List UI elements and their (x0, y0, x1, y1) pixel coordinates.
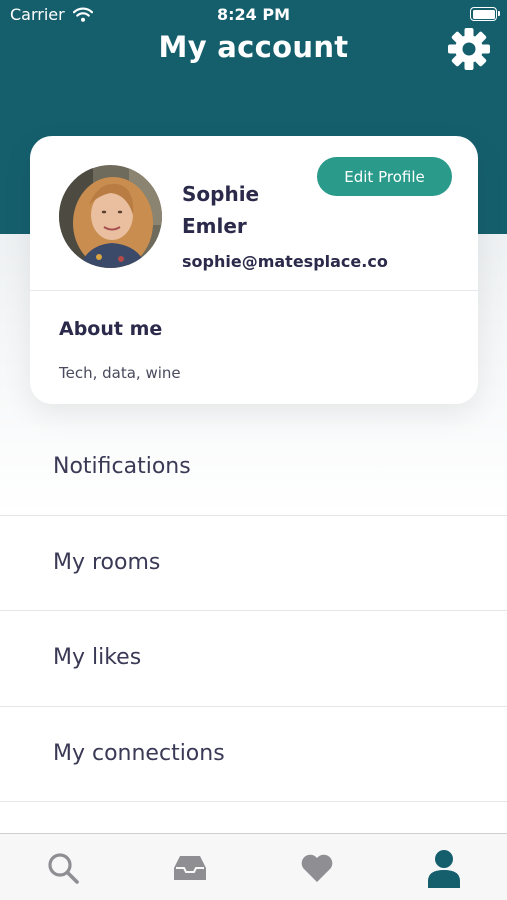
heart-icon (301, 854, 333, 882)
about-me-heading: About me (59, 318, 163, 340)
last-name: Emler (182, 214, 247, 238)
menu-item-my-connections[interactable]: My connections (0, 707, 507, 802)
inbox-icon (174, 855, 207, 880)
first-name: Sophie (182, 182, 260, 206)
profile-email: sophie@matesplace.co (182, 252, 388, 271)
menu-item-my-likes[interactable]: My likes (0, 611, 507, 707)
status-bar: Carrier 8:24 PM (0, 0, 507, 30)
settings-button[interactable] (446, 26, 492, 72)
menu-item-my-rooms[interactable]: My rooms (0, 516, 507, 611)
tab-likes[interactable] (254, 834, 381, 900)
edit-profile-button[interactable]: Edit Profile (317, 157, 452, 196)
avatar[interactable] (59, 165, 162, 268)
tab-account[interactable] (380, 834, 507, 900)
battery-icon (470, 7, 500, 21)
tab-inbox[interactable] (127, 834, 254, 900)
account-menu: Notifications My rooms My likes My conne… (0, 420, 507, 802)
card-divider (30, 290, 478, 291)
status-time: 8:24 PM (216, 5, 290, 24)
about-me-text: Tech, data, wine (59, 364, 181, 382)
tab-bar (0, 833, 507, 900)
profile-card: Sophie Emler sophie@matesplace.co Edit P… (30, 136, 478, 404)
page-title: My account (158, 30, 349, 64)
gear-icon (448, 28, 490, 70)
menu-item-notifications[interactable]: Notifications (0, 420, 507, 516)
profile-name: Sophie Emler (182, 178, 322, 242)
menu-item-label: My connections (53, 740, 225, 766)
search-icon (48, 852, 80, 884)
tab-search[interactable] (0, 834, 127, 900)
menu-item-label: My rooms (53, 549, 161, 575)
person-icon (427, 849, 460, 888)
menu-item-label: My likes (53, 645, 142, 670)
menu-item-label: Notifications (53, 454, 191, 479)
